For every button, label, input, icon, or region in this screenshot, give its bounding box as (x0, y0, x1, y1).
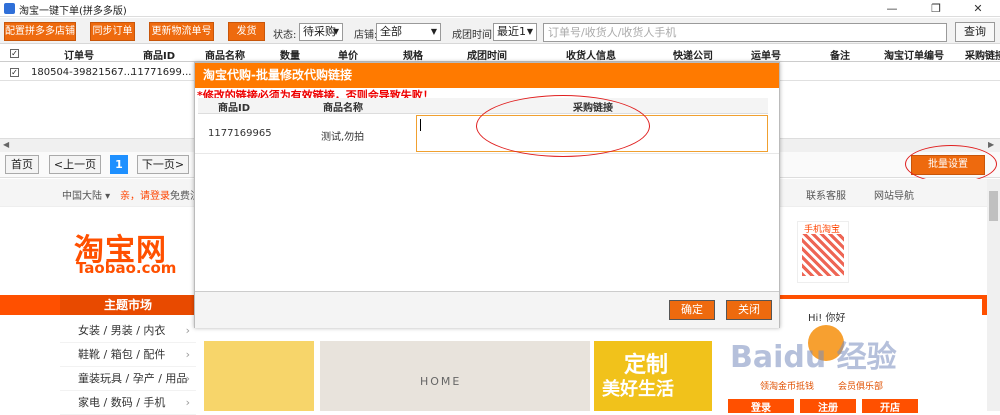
app-icon (4, 3, 15, 14)
col-taobao-order: 淘宝订单编号 (884, 51, 944, 62)
close-button[interactable]: ✕ (958, 0, 998, 17)
divider (195, 153, 779, 154)
baidu-watermark: Baidu 经验 (730, 340, 897, 375)
banner-home-text: HOME (420, 375, 462, 388)
select-all-checkbox[interactable]: ✓ (10, 49, 19, 58)
category-item[interactable]: 鞋靴 / 箱包 / 配件 › (60, 343, 196, 367)
dialog-col-name: 商品名称 (323, 103, 363, 114)
row-goods-id: 11771699... (131, 67, 192, 78)
dialog-close-button[interactable]: 关闭 (726, 300, 772, 320)
time-label: 成团时间: (452, 30, 496, 41)
query-button[interactable]: 查询 (955, 22, 995, 42)
dialog-row-id: 1177169965 (208, 128, 272, 139)
col-goods-id: 商品ID (143, 51, 176, 62)
col-order: 订单号 (64, 51, 94, 62)
window-title: 淘宝一键下单(拼多多版) (19, 6, 127, 17)
col-remark: 备注 (830, 51, 850, 62)
time-select[interactable]: 最近1 ▼ (493, 23, 537, 41)
taobao-logo-en: Taobao.com (76, 259, 177, 277)
shop-select[interactable]: 全部 ▼ (376, 23, 441, 41)
login-link[interactable]: 亲，请登录 (120, 187, 170, 202)
row-checkbox[interactable]: ✓ (10, 68, 19, 77)
col-purchase-link: 采购链接 (965, 51, 1000, 62)
col-express: 快递公司 (673, 51, 713, 62)
chevron-right-icon: › (185, 396, 190, 409)
status-select[interactable]: 待采购 ▼ (299, 23, 343, 41)
banner-ad[interactable]: 定制 美好生活 (594, 341, 712, 411)
mobile-qr: 手机淘宝 (797, 221, 849, 283)
theme-market-title: 主题市场 (60, 295, 196, 315)
row-order-number: 180504-39821567... (31, 67, 134, 78)
coin-link[interactable]: 领淘金币抵钱 (760, 379, 814, 392)
col-goods-name: 商品名称 (205, 51, 245, 62)
chevron-down-icon: ▼ (430, 27, 437, 36)
window-titlebar: 淘宝一键下单(拼多多版) — ❐ ✕ (0, 0, 1000, 17)
scroll-right-icon[interactable]: ▶ (988, 140, 994, 149)
chevron-down-icon: ▼ (526, 27, 533, 36)
col-waybill: 运单号 (751, 51, 781, 62)
chevron-right-icon: › (185, 348, 190, 361)
category-item[interactable]: 女装 / 男装 / 内衣 › (60, 319, 196, 343)
update-tracking-button[interactable]: 更新物流单号 (149, 22, 214, 41)
first-page-button[interactable]: 首页 (5, 155, 39, 174)
sitenav-link[interactable]: 网站导航 (874, 187, 914, 202)
category-item[interactable]: 童装玩具 / 孕产 / 用品 › (60, 367, 196, 391)
dialog-table-header: 商品ID 商品名称 采购链接 (198, 98, 768, 114)
banner-ad[interactable] (204, 341, 314, 411)
current-page[interactable]: 1 (110, 155, 128, 174)
col-price: 单价 (338, 51, 358, 62)
banner-ad[interactable]: HOME (320, 341, 590, 411)
text-cursor (420, 119, 421, 131)
col-spec: 规格 (403, 51, 423, 62)
confirm-button[interactable]: 确定 (669, 300, 715, 320)
dialog-col-id: 商品ID (218, 103, 251, 114)
sync-orders-button[interactable]: 同步订单 (90, 22, 135, 41)
category-item[interactable]: 家电 / 数码 / 手机 › (60, 391, 196, 415)
shop-label: 店铺: (354, 30, 378, 41)
next-page-button[interactable]: 下一页> (137, 155, 189, 174)
greeting: Hi! 你好 (808, 313, 846, 324)
highlight-circle (905, 145, 997, 183)
config-shop-button[interactable]: 配置拼多多店铺 (4, 22, 76, 41)
minimize-button[interactable]: — (872, 0, 912, 17)
order-table-header: ✓ 订单号 商品ID 商品名称 数量 单价 规格 成团时间 收货人信息 快递公司… (0, 45, 1000, 62)
ship-button[interactable]: 发货 (228, 22, 265, 41)
banner-text: 美好生活 (602, 379, 674, 400)
chevron-right-icon: › (185, 324, 190, 337)
scroll-thumb[interactable] (989, 191, 998, 221)
qr-code-icon (802, 234, 844, 276)
scroll-left-icon[interactable]: ◀ (3, 140, 9, 149)
maximize-button[interactable]: ❐ (916, 0, 956, 17)
dialog-footer: 确定 关闭 (195, 291, 779, 328)
status-label: 状态: (273, 30, 297, 41)
chevron-right-icon: › (185, 372, 190, 385)
region-select[interactable]: 中国大陆 ▾ (62, 187, 110, 202)
vertical-scrollbar[interactable] (987, 179, 1000, 411)
prev-page-button[interactable]: <上一页 (49, 155, 101, 174)
chevron-down-icon: ▼ (332, 27, 339, 36)
service-link[interactable]: 联系客服 (806, 187, 846, 202)
toolbar: 配置拼多多店铺 同步订单 更新物流单号 发货 状态: 待采购 ▼ 店铺: 全部 ▼ … (0, 18, 1000, 44)
col-time: 成团时间 (467, 51, 507, 62)
batch-link-dialog: 淘宝代购-批量修改代购链接 *修改的链接必须为有效链接，否则会导致失败！ 商品I… (194, 62, 780, 328)
search-input[interactable]: 订单号/收货人/收货人手机 (543, 23, 947, 42)
col-receiver: 收货人信息 (566, 51, 616, 62)
dialog-row-name: 测试,勿拍 (321, 132, 365, 143)
col-qty: 数量 (280, 51, 300, 62)
club-link[interactable]: 会员俱乐部 (838, 379, 883, 392)
dialog-title: 淘宝代购-批量修改代购链接 (195, 63, 779, 88)
highlight-circle (476, 95, 650, 157)
